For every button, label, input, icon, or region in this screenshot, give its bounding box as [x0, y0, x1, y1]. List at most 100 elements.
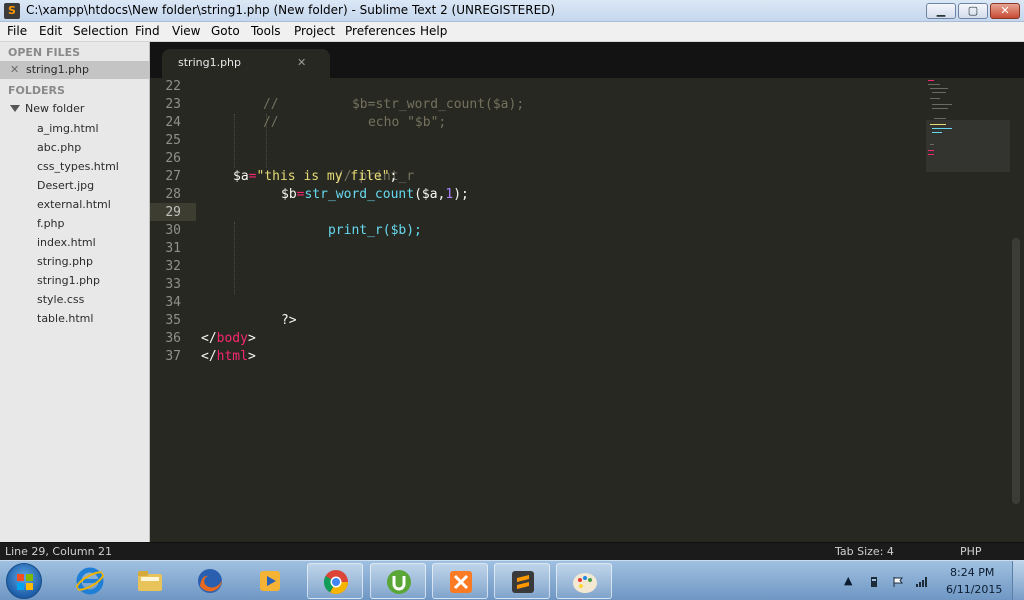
sublime-app-icon[interactable]: S [4, 3, 20, 19]
code-semicolon: ; [389, 169, 398, 184]
minimap-line [928, 84, 940, 85]
code-tag-bracket: > [247, 331, 256, 346]
paint-icon[interactable] [556, 563, 612, 599]
menu-find[interactable]: Find [135, 24, 160, 38]
file-item[interactable]: string1.php [37, 274, 100, 287]
open-files-heading: OPEN FILES [8, 46, 81, 59]
menu-tools[interactable]: Tools [251, 24, 281, 38]
file-item[interactable]: a_img.html [37, 122, 99, 135]
sidebar: OPEN FILES ✕ string1.php FOLDERS New fol… [0, 42, 150, 542]
xampp-glyph [450, 571, 472, 593]
menu-help[interactable]: Help [420, 24, 447, 38]
tab-string1-php[interactable]: string1.php ✕ [162, 49, 330, 78]
code-tag-bracket: </ [201, 331, 217, 346]
media-player-icon[interactable] [242, 563, 298, 599]
file-item[interactable]: string.php [37, 255, 93, 268]
code-editor[interactable]: 22 23 24 25 26 27 28 29 30 31 32 33 34 3… [150, 78, 1024, 542]
file-item[interactable]: style.css [37, 293, 84, 306]
file-explorer-icon[interactable] [122, 563, 178, 599]
windows-logo-icon [17, 574, 33, 590]
code-line-28: $b=str_word_count($a,1); [281, 186, 469, 204]
minimize-button[interactable]: ▁ [926, 3, 956, 19]
internet-explorer-glyph [75, 567, 105, 595]
chrome-icon[interactable] [307, 563, 363, 599]
clock-time[interactable]: 8:24 PM [950, 566, 994, 579]
firefox-glyph [198, 569, 222, 593]
chevron-down-icon[interactable] [10, 105, 20, 112]
sublime-text-icon[interactable] [494, 563, 550, 599]
menu-selection[interactable]: Selection [73, 24, 128, 38]
code-comment: echo "$b"; [367, 115, 447, 130]
internet-explorer-icon[interactable] [62, 563, 118, 599]
minimap[interactable] [926, 78, 1010, 178]
code-line-27: $a="this is my file"; [233, 168, 397, 186]
minimap-line [932, 132, 942, 133]
menu-file[interactable]: File [7, 24, 27, 38]
file-item[interactable]: css_types.html [37, 160, 119, 173]
close-button[interactable]: ✕ [990, 3, 1020, 19]
menu-goto[interactable]: Goto [211, 24, 240, 38]
code-line-23-rest: echo "$b"; [321, 96, 446, 130]
minimap-line [932, 108, 948, 109]
code-line-34: ?> [234, 294, 297, 328]
window-title: C:\xampp\htdocs\New folder\string1.php (… [26, 3, 556, 17]
file-item[interactable]: external.html [37, 198, 111, 211]
show-desktop-button[interactable] [1012, 561, 1024, 600]
syntax-selector[interactable]: PHP [960, 545, 982, 558]
title-bar: S C:\xampp\htdocs\New folder\string1.php… [0, 0, 1024, 22]
code-variable: $b [281, 187, 297, 202]
minimap-line [928, 154, 934, 155]
clock-date[interactable]: 6/11/2015 [946, 583, 1002, 596]
code-args: ($a, [414, 187, 446, 202]
code-line-29: print_r($b); [281, 204, 422, 238]
file-item[interactable]: abc.php [37, 141, 81, 154]
code-area[interactable]: // $b=str_word_count($a); // echo "$b"; … [150, 78, 920, 542]
code-function: str_word_count [304, 187, 415, 202]
show-hidden-icons-arrow[interactable]: ▲ [844, 574, 852, 587]
tab-label: string1.php [178, 56, 242, 69]
folder-label: New folder [25, 102, 85, 115]
open-file-item[interactable]: ✕ string1.php [0, 61, 149, 79]
code-comment: // [262, 115, 279, 130]
taskbar: ▲ 8:24 PM 6/11/2015 [0, 560, 1024, 600]
minimap-line [930, 98, 940, 99]
code-php-close: ?> [280, 313, 297, 328]
code-tag-bracket: </ [201, 349, 217, 364]
status-bar: Line 29, Column 21 Tab Size: 4 PHP [0, 542, 1024, 560]
utorrent-glyph [387, 570, 411, 594]
menu-project[interactable]: Project [294, 24, 335, 38]
tab-size-selector[interactable]: Tab Size: 4 [835, 545, 894, 558]
menu-preferences[interactable]: Preferences [345, 24, 416, 38]
action-center-flag-icon[interactable] [892, 576, 904, 588]
folder-glyph [138, 571, 162, 591]
code-line-22-rest: $b=str_word_count($a); [305, 78, 524, 112]
paint-palette-glyph [573, 573, 597, 593]
network-plug-icon[interactable] [868, 576, 880, 588]
code-line-23: // [216, 96, 279, 130]
vertical-scrollbar[interactable] [1012, 238, 1020, 504]
xampp-icon[interactable] [432, 563, 488, 599]
menu-bar: File Edit Selection Find View Goto Tools… [0, 22, 1024, 42]
file-item[interactable]: Desert.jpg [37, 179, 94, 192]
open-file-label: string1.php [26, 63, 90, 76]
code-line-37: </html> [201, 348, 256, 366]
menu-view[interactable]: View [172, 24, 200, 38]
minimap-line [932, 128, 952, 129]
minimap-line [932, 104, 952, 105]
tab-bar: string1.php ✕ [150, 42, 1024, 78]
code-line-22: // [216, 78, 279, 112]
code-function-call: print_r($b); [327, 223, 422, 238]
windows-start-icon[interactable] [6, 563, 42, 599]
menu-edit[interactable]: Edit [39, 24, 62, 38]
close-icon[interactable]: ✕ [297, 56, 306, 69]
code-tag-name: body [216, 331, 248, 346]
file-item[interactable]: table.html [37, 312, 93, 325]
signal-strength-icon[interactable] [915, 576, 927, 588]
firefox-icon[interactable] [182, 563, 238, 599]
close-icon[interactable]: ✕ [10, 63, 19, 76]
maximize-button[interactable]: ▢ [958, 3, 988, 19]
file-item[interactable]: index.html [37, 236, 96, 249]
media-player-glyph [260, 571, 280, 591]
utorrent-icon[interactable] [370, 563, 426, 599]
file-item[interactable]: f.php [37, 217, 65, 230]
